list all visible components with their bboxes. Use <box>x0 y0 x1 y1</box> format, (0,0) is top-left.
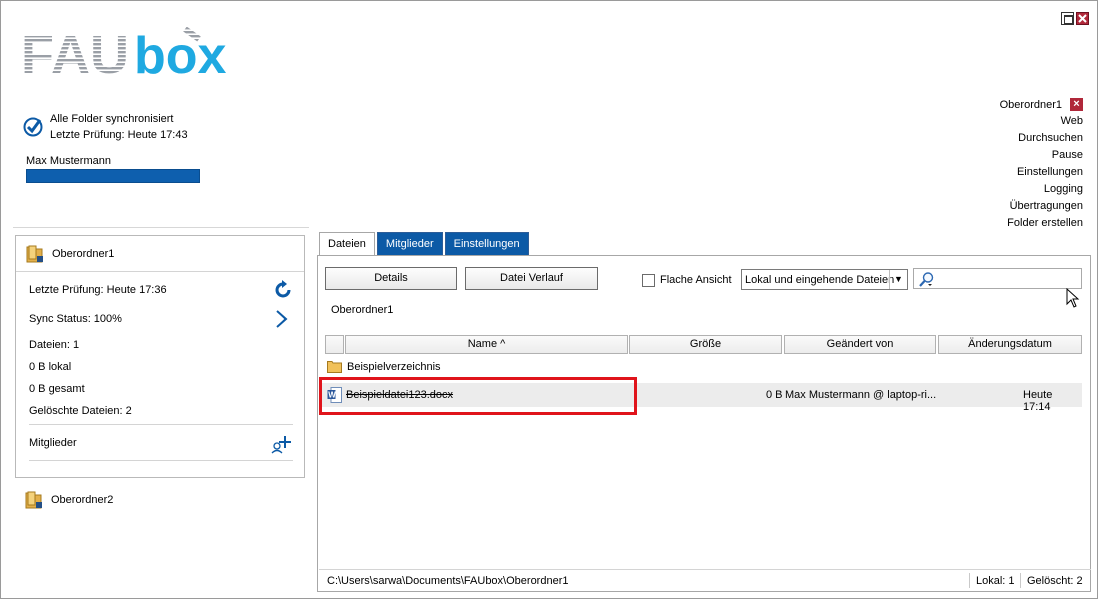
sync-status-text: Alle Folder synchronisiert <box>50 113 174 125</box>
details-button[interactable]: Details <box>325 267 457 290</box>
chevron-right-icon[interactable] <box>275 310 289 328</box>
card-title: Oberordner1 <box>52 247 115 260</box>
tab-mitglieder[interactable]: Mitglieder <box>376 232 443 256</box>
menu-web[interactable]: Web <box>1000 113 1083 130</box>
menu-logging[interactable]: Logging <box>1000 181 1083 198</box>
highlight-box <box>319 377 637 415</box>
menu-durchsuchen[interactable]: Durchsuchen <box>1000 130 1083 147</box>
dropdown-arrow-icon[interactable]: ▼ <box>889 270 907 289</box>
logo-fau-text: FAU <box>21 27 129 75</box>
card-separator <box>29 424 293 425</box>
card-sync-status: Sync Status: 100% <box>29 313 122 325</box>
left-divider <box>13 227 309 228</box>
menu-folder-erstellen[interactable]: Folder erstellen <box>1000 215 1083 232</box>
file-row-size: 0 B <box>766 389 783 401</box>
status-deleted: Gelöscht: 2 <box>1027 575 1083 587</box>
card-members[interactable]: Mitglieder <box>29 437 77 449</box>
add-member-icon[interactable] <box>270 434 292 454</box>
tab-dateien[interactable]: Dateien <box>319 232 375 256</box>
filter-select[interactable]: Lokal und eingehende Dateien ▼ <box>741 269 908 290</box>
sync-ok-icon <box>23 117 43 137</box>
search-icon <box>919 272 934 287</box>
status-local: Lokal: 1 <box>976 575 1015 587</box>
history-button[interactable]: Datei Verlauf <box>465 267 598 290</box>
flat-view-label: Flache Ansicht <box>660 274 732 286</box>
column-header-blank <box>325 335 344 354</box>
folder2-title: Oberordner2 <box>51 494 114 506</box>
app-window: FAU box Alle Folder synchronisiert Letzt… <box>0 0 1098 599</box>
selected-folder-label: Oberordner1 <box>999 98 1062 111</box>
quota-bar <box>26 169 200 183</box>
file-row-date: Heute 17:14 <box>1023 389 1053 413</box>
card-separator-bottom <box>29 460 293 461</box>
maximize-icon[interactable] <box>1061 12 1074 25</box>
last-check-text: Letzte Prüfung: Heute 17:43 <box>50 129 188 141</box>
faubox-logo: FAU box <box>21 27 227 75</box>
folder-icon <box>25 491 42 509</box>
breadcrumb[interactable]: Oberordner1 <box>331 304 393 316</box>
column-header-name[interactable]: Name ^ <box>345 335 628 354</box>
card-deleted: Gelöschte Dateien: 2 <box>29 405 132 417</box>
refresh-icon[interactable] <box>273 280 293 300</box>
status-separator <box>969 573 970 588</box>
close-folder-icon[interactable]: × <box>1070 98 1083 111</box>
logo-box-text: box <box>134 27 227 75</box>
card-files: Dateien: 1 <box>29 339 80 351</box>
column-header-date[interactable]: Änderungsdatum <box>938 335 1082 354</box>
right-menu: Oberordner1 × Web Durchsuchen Pause Eins… <box>1000 96 1083 232</box>
status-separator <box>1020 573 1021 588</box>
menu-uebertragungen[interactable]: Übertragungen <box>1000 198 1083 215</box>
filter-value: Lokal und eingehende Dateien <box>745 274 895 286</box>
flat-view-checkbox[interactable] <box>642 274 655 287</box>
menu-einstellungen[interactable]: Einstellungen <box>1000 164 1083 181</box>
card-local: 0 B lokal <box>29 361 72 373</box>
card-total: 0 B gesamt <box>29 383 85 395</box>
column-header-changed-by[interactable]: Geändert von <box>784 335 936 354</box>
file-row-changed-by: Max Mustermann @ laptop-ri... <box>785 389 937 401</box>
menu-pause[interactable]: Pause <box>1000 147 1083 164</box>
folder-card-oberordner1[interactable]: Oberordner1 Letzte Prüfung: Heute 17:36 … <box>15 235 305 478</box>
status-path: C:\Users\sarwa\Documents\FAUbox\Oberordn… <box>327 575 569 587</box>
user-name: Max Mustermann <box>26 155 111 167</box>
close-icon[interactable] <box>1076 12 1089 25</box>
folder-icon <box>327 361 342 373</box>
mouse-cursor-icon <box>1066 288 1080 308</box>
folder-row-name: Beispielverzeichnis <box>347 360 441 373</box>
column-header-size[interactable]: Größe <box>629 335 782 354</box>
card-last-check: Letzte Prüfung: Heute 17:36 <box>29 284 167 296</box>
folder-icon <box>26 245 43 262</box>
tab-einstellungen[interactable]: Einstellungen <box>444 232 529 256</box>
status-bar: C:\Users\sarwa\Documents\FAUbox\Oberordn… <box>319 569 1091 591</box>
files-panel <box>317 255 1091 592</box>
folder-item-oberordner2[interactable]: Oberordner2 <box>25 490 113 510</box>
search-input[interactable] <box>913 268 1082 289</box>
table-row-folder[interactable]: Beispielverzeichnis <box>327 360 441 373</box>
tab-bar: Dateien Mitglieder Einstellungen <box>319 232 529 256</box>
